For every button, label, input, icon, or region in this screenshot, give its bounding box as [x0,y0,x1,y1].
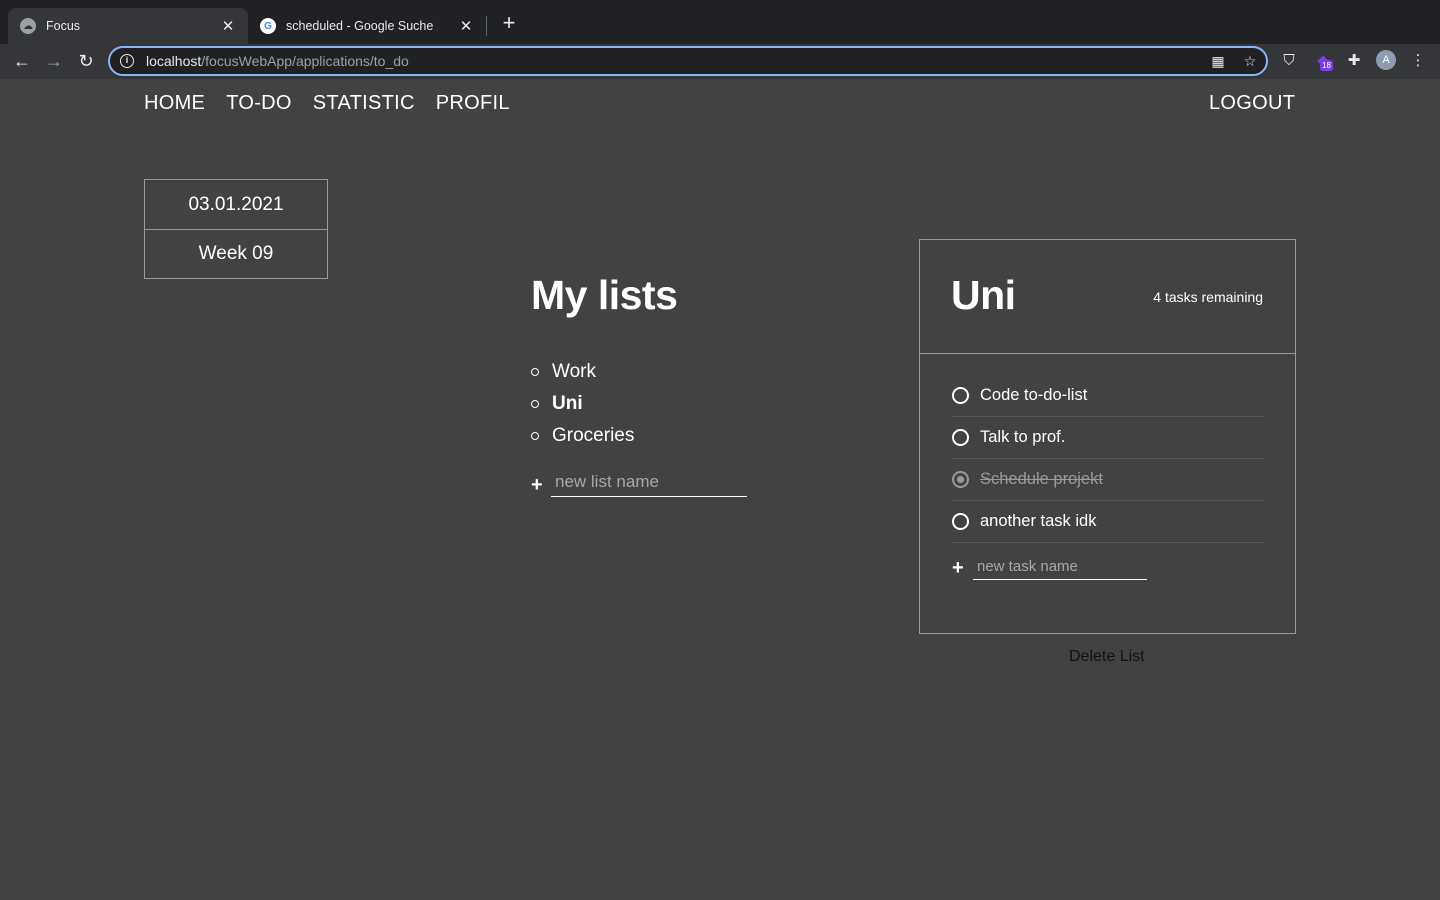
tasks-remaining: 4 tasks remaining [1153,289,1263,305]
task-item: Code to-do-list [952,375,1264,417]
tab-separator [486,16,487,36]
profile-avatar[interactable]: A [1376,50,1396,70]
back-icon[interactable]: ← [10,49,34,73]
add-list-plus-icon[interactable]: + [531,473,545,497]
task-checkbox[interactable] [952,429,969,446]
nav-statistic[interactable]: STATISTIC [313,92,415,115]
tab-google-search[interactable]: G scheduled - Google Suche ✕ [248,8,486,44]
nav-profil[interactable]: PROFIL [436,92,510,115]
nav-home[interactable]: HOME [144,92,205,115]
task-label[interactable]: Code to-do-list [980,386,1087,405]
address-bar[interactable]: i localhost/focusWebApp/applications/to_… [108,46,1268,76]
task-item: Talk to prof. [952,417,1264,459]
bullet-icon [531,368,539,376]
lists-list: Work Uni Groceries [531,356,634,452]
panel-header: Uni 4 tasks remaining [920,240,1295,354]
extension-badge: 18 [1320,60,1333,71]
list-item-label: Groceries [552,425,635,446]
browser-tab-bar: ☁ Focus ✕ G scheduled - Google Suche ✕ + [0,0,1440,44]
close-tab-icon[interactable]: ✕ [220,17,236,35]
extensions-puzzle-icon[interactable]: ✚ [1344,51,1364,71]
list-item-label: Uni [552,393,583,414]
list-item-label: Work [552,361,596,382]
task-label[interactable]: Talk to prof. [980,428,1065,447]
close-tab-icon[interactable]: ✕ [458,17,474,35]
bullet-icon [531,432,539,440]
focus-favicon-icon: ☁ [20,18,36,34]
add-task-plus-icon[interactable]: + [952,556,966,580]
nav-todo[interactable]: TO-DO [226,92,292,115]
new-task-form: + [952,556,1147,580]
list-item-uni[interactable]: Uni [531,388,634,420]
new-task-input[interactable] [973,558,1147,580]
forward-icon[interactable]: → [42,49,66,73]
new-tab-button[interactable]: + [498,12,520,35]
date-box: 03.01.2021 Week 09 [144,179,328,279]
list-item-groceries[interactable]: Groceries [531,420,634,452]
delete-list-button[interactable]: Delete List [1069,648,1145,666]
new-list-form: + [531,472,747,497]
current-date: 03.01.2021 [188,193,284,215]
list-title: Uni [951,272,1016,318]
task-list: Code to-do-list Talk to prof. Schedule p… [952,375,1264,543]
menu-kebab-icon[interactable]: ⋮ [1408,51,1428,71]
bullet-icon [531,400,539,408]
task-label[interactable]: Schedule projekt [980,470,1103,489]
site-info-icon[interactable]: i [120,54,134,68]
task-item: another task idk [952,501,1264,543]
bookmark-star-icon[interactable]: ☆ [1242,53,1258,69]
browser-toolbar: ← → ↻ i localhost/focusWebApp/applicatio… [0,44,1440,79]
reload-icon[interactable]: ↻ [74,49,98,73]
current-week: Week 09 [145,229,327,278]
google-favicon-icon: G [260,18,276,34]
url-path: /focusWebApp/applications/to_do [201,53,409,69]
logout-link[interactable]: LOGOUT [1209,92,1295,115]
qr-code-icon[interactable]: ▦ [1210,53,1226,69]
task-label[interactable]: another task idk [980,512,1096,531]
tab-title: scheduled - Google Suche [286,19,434,33]
main-nav: HOME TO-DO STATISTIC PROFIL [144,92,510,115]
list-detail-panel: Uni 4 tasks remaining Code to-do-list Ta… [919,239,1296,634]
tab-title: Focus [46,19,81,33]
shield-extension-icon[interactable]: ⛉ [1279,51,1299,71]
task-checkbox[interactable] [952,471,969,488]
task-checkbox[interactable] [952,513,969,530]
my-lists-title: My lists [531,272,678,318]
task-checkbox[interactable] [952,387,969,404]
tab-focus[interactable]: ☁ Focus ✕ [8,8,248,44]
url-host: localhost [146,53,202,69]
new-list-input[interactable] [551,472,747,497]
task-item: Schedule projekt [952,459,1264,501]
list-item-work[interactable]: Work [531,356,634,388]
